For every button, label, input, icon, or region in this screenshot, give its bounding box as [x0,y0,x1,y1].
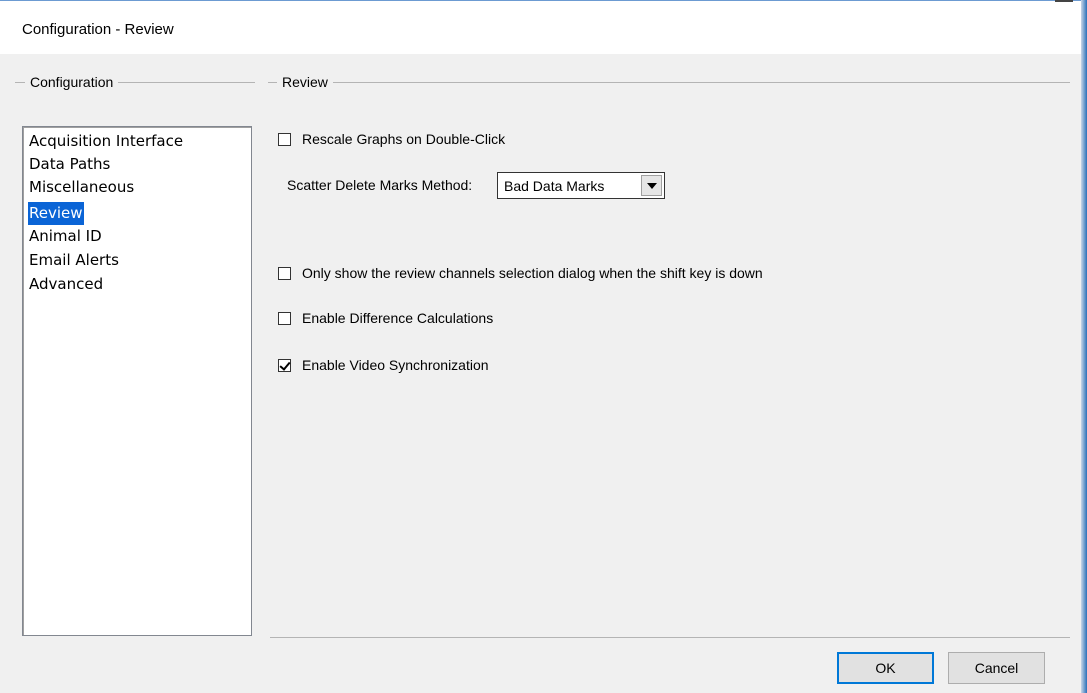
title-bar[interactable]: Configuration - Review [0,0,1087,54]
review-group: Review [268,74,1070,90]
ok-button[interactable]: OK [837,652,934,684]
difference-calculations-label: Enable Difference Calculations [302,310,494,326]
rescale-graphs-label: Rescale Graphs on Double-Click [302,131,506,147]
configuration-group: Configuration [15,74,255,90]
difference-calculations-option[interactable]: Enable Difference Calculations [278,309,493,327]
chevron-down-icon [647,183,657,189]
review-group-legend: Review [277,74,333,90]
only-show-dialog-checkbox[interactable] [278,266,291,280]
only-show-dialog-label: Only show the review channels selection … [302,265,763,281]
scatter-delete-dropdown[interactable]: Bad Data Marks [497,172,665,199]
configuration-group-legend: Configuration [25,74,119,90]
list-item-data-paths[interactable]: Data Paths [28,153,111,176]
background-window-edge [1081,0,1087,693]
video-synchronization-checkbox[interactable] [278,358,291,372]
list-item-animal-id[interactable]: Animal ID [28,225,103,248]
only-show-dialog-option[interactable]: Only show the review channels selection … [278,264,763,282]
footer-divider [270,637,1070,638]
cancel-button[interactable]: Cancel [948,652,1045,684]
video-synchronization-label: Enable Video Synchronization [302,357,489,373]
list-item-miscellaneous[interactable]: Miscellaneous [28,176,135,199]
window-title: Configuration - Review [22,21,174,38]
configuration-category-list[interactable]: Acquisition Interface Data Paths Miscell… [22,126,252,636]
background-window-control [1055,0,1073,6]
checkmark-icon [279,358,291,371]
scatter-delete-value: Bad Data Marks [504,178,605,194]
configuration-dialog: Configuration - Review Configuration Acq… [0,0,1087,693]
rescale-graphs-checkbox[interactable] [278,132,291,146]
difference-calculations-checkbox[interactable] [278,311,291,325]
list-item-review[interactable]: Review [28,202,84,225]
list-item-advanced[interactable]: Advanced [28,273,104,296]
rescale-graphs-option[interactable]: Rescale Graphs on Double-Click [278,130,505,148]
video-synchronization-option[interactable]: Enable Video Synchronization [278,356,489,374]
list-item-acquisition-interface[interactable]: Acquisition Interface [28,130,184,153]
dropdown-button[interactable] [641,175,662,196]
list-item-email-alerts[interactable]: Email Alerts [28,249,120,272]
scatter-delete-label: Scatter Delete Marks Method: [287,177,473,193]
